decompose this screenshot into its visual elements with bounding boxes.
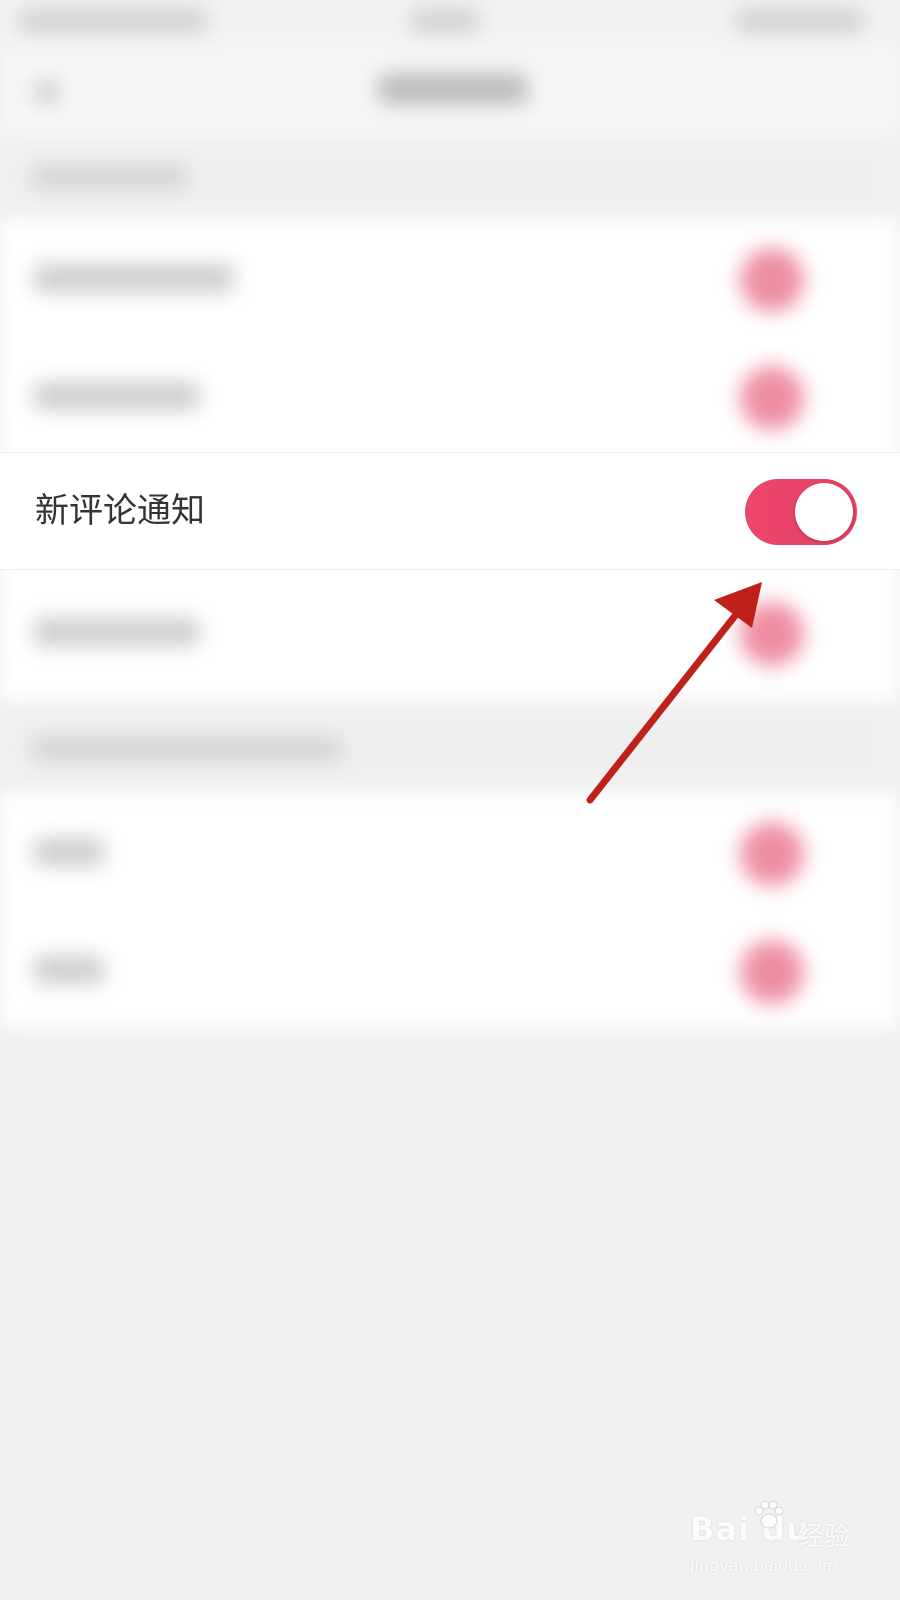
toggle-switch[interactable] bbox=[740, 602, 804, 666]
navigation-bar bbox=[0, 45, 900, 140]
toggle-switch[interactable] bbox=[740, 940, 804, 1004]
toggle-switch[interactable] bbox=[740, 248, 804, 312]
settings-card bbox=[0, 792, 900, 1028]
watermark-suffix: 经验 bbox=[798, 1522, 851, 1552]
settings-row[interactable] bbox=[0, 910, 900, 1028]
watermark-brand: Bai du bbox=[690, 1510, 810, 1548]
new-comment-notification-row[interactable]: 新评论通知 bbox=[0, 452, 900, 570]
paw-icon bbox=[754, 1500, 784, 1529]
section-header bbox=[0, 702, 900, 792]
section-header bbox=[0, 140, 900, 218]
toggle-knob bbox=[795, 483, 853, 541]
watermark-url: jingyan.baidu.com bbox=[690, 1556, 838, 1575]
new-comment-notification-label: 新评论通知 bbox=[35, 491, 205, 531]
toggle-switch[interactable] bbox=[740, 366, 804, 430]
settings-row[interactable] bbox=[0, 572, 900, 690]
blurred-background bbox=[0, 0, 900, 1600]
settings-row[interactable] bbox=[0, 218, 900, 336]
page-title bbox=[378, 73, 528, 105]
status-bar bbox=[0, 0, 900, 45]
toggle-switch[interactable] bbox=[740, 822, 804, 886]
settings-row[interactable] bbox=[0, 792, 900, 910]
baidu-jingyan-watermark: Bai du 经验 jingyan.baidu.com bbox=[690, 1500, 860, 1580]
new-comment-notification-toggle[interactable] bbox=[745, 479, 857, 545]
settings-row[interactable] bbox=[0, 336, 900, 454]
back-icon[interactable] bbox=[36, 81, 58, 103]
